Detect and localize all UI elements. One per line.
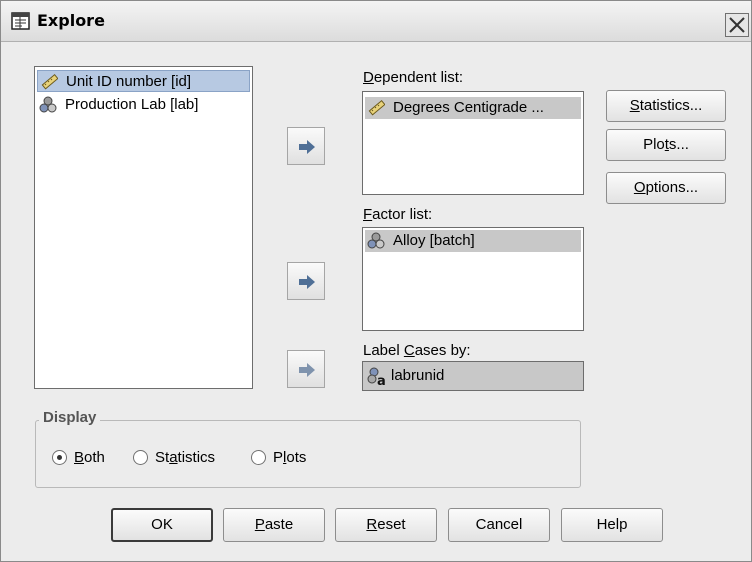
right-arrow-icon <box>299 275 315 289</box>
radio-button[interactable] <box>133 450 148 465</box>
statistics-button[interactable]: Statistics... <box>606 90 726 122</box>
list-item-label: Unit ID number [id] <box>66 73 192 90</box>
move-to-factor-button[interactable] <box>287 262 325 300</box>
dependent-list[interactable]: Degrees Centigrade ... <box>362 91 584 195</box>
title-bar[interactable]: Explore <box>1 1 751 42</box>
dialog-title: Explore <box>37 11 105 30</box>
nominal-variable-icon <box>367 232 385 249</box>
label-cases-field[interactable]: a labrunid <box>362 361 584 391</box>
right-arrow-icon <box>299 363 315 377</box>
plots-button[interactable]: Plots... <box>606 129 726 161</box>
display-group <box>35 420 581 488</box>
reset-button[interactable]: Reset <box>335 508 437 542</box>
list-item-label: Production Lab [lab] <box>65 96 199 113</box>
move-to-label-cases-button[interactable] <box>287 350 325 388</box>
right-arrow-icon <box>299 140 315 154</box>
list-item-label: Degrees Centigrade ... <box>393 99 544 116</box>
list-item[interactable]: Production Lab [lab] <box>37 94 250 116</box>
ok-button[interactable]: OK <box>111 508 213 542</box>
explore-dialog: Explore Unit ID number [id] Production L… <box>0 0 752 562</box>
close-icon <box>729 17 745 33</box>
nominal-variable-icon <box>39 96 57 113</box>
factor-list-label: Factor list: <box>363 206 433 223</box>
ruler-icon <box>41 73 58 90</box>
display-group-legend: Display <box>39 409 101 426</box>
options-button[interactable]: Options... <box>606 172 726 204</box>
source-variable-list[interactable]: Unit ID number [id] Production Lab [lab] <box>34 66 253 389</box>
radio-button[interactable] <box>251 450 266 465</box>
label-cases-value: labrunid <box>391 367 445 384</box>
label-cases-label: Label Cases by: <box>363 342 471 359</box>
svg-text:a: a <box>377 374 386 386</box>
cancel-button[interactable]: Cancel <box>448 508 550 542</box>
move-to-dependent-button[interactable] <box>287 127 325 165</box>
list-item-label: Alloy [batch] <box>393 232 475 249</box>
paste-button[interactable]: Paste <box>223 508 325 542</box>
dependent-list-label: Dependent list: <box>363 69 464 86</box>
ruler-icon <box>368 99 385 116</box>
help-button[interactable]: Help <box>561 508 663 542</box>
list-item[interactable]: Unit ID number [id] <box>37 70 250 92</box>
dialog-app-icon <box>11 12 30 30</box>
string-variable-icon: a <box>367 367 386 386</box>
list-item[interactable]: Degrees Centigrade ... <box>365 97 581 119</box>
radio-button[interactable] <box>52 450 67 465</box>
list-item[interactable]: Alloy [batch] <box>365 230 581 252</box>
close-button[interactable] <box>725 13 749 37</box>
factor-list[interactable]: Alloy [batch] <box>362 227 584 331</box>
